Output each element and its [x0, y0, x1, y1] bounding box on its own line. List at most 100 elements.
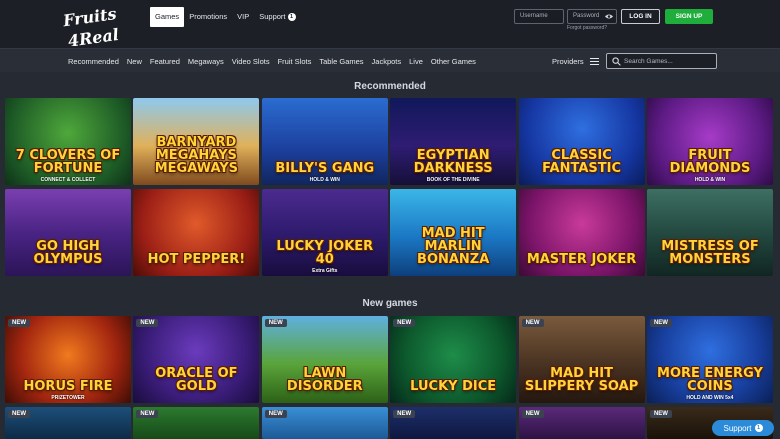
game-tile[interactable]: NEW Lawn Disorder: [261, 316, 388, 403]
support-button[interactable]: Support 1: [712, 420, 774, 436]
new-badge: NEW: [8, 410, 30, 418]
category-megaways[interactable]: Megaways: [188, 57, 224, 66]
game-title: Horus Fire: [23, 379, 113, 394]
game-title: Master Joker: [526, 252, 637, 267]
recommended-heading: Recommended: [354, 81, 426, 92]
game-tile[interactable]: Classic Fantastic: [518, 98, 645, 185]
game-title: Egyptian Darkness: [413, 148, 493, 176]
category-live[interactable]: Live: [409, 57, 423, 66]
category-new[interactable]: New: [127, 57, 142, 66]
game-subtitle: BOOK OF THE DIVINE: [426, 177, 480, 183]
new-badge: NEW: [649, 319, 672, 327]
category-jackpots[interactable]: Jackpots: [372, 57, 402, 66]
new-games-grid-row-2: NEW NEW NEW NEW NEW NEW: [5, 407, 773, 439]
new-badge: NEW: [649, 410, 672, 418]
game-title: More Energy Coins: [657, 366, 763, 394]
login-button[interactable]: LOG IN: [621, 9, 660, 24]
category-nav: Recommended New Featured Megaways Video …: [68, 49, 484, 73]
category-featured[interactable]: Featured: [150, 57, 180, 66]
game-tile[interactable]: NEW Mad Hit Slippery Soap: [518, 316, 645, 403]
category-fruit-slots[interactable]: Fruit Slots: [278, 57, 312, 66]
providers-label: Providers: [552, 56, 584, 66]
new-badge: NEW: [521, 319, 544, 327]
game-title: 7 Clovers of Fortune: [15, 148, 121, 176]
show-password-icon[interactable]: [605, 13, 613, 20]
game-tile[interactable]: Mistress of Monsters: [646, 189, 773, 276]
nav-promotions[interactable]: Promotions: [184, 7, 232, 27]
game-tile[interactable]: Egyptian Darkness BOOK OF THE DIVINE: [390, 98, 517, 185]
providers-dropdown[interactable]: Providers: [552, 49, 599, 73]
game-title: Lawn Disorder: [286, 366, 363, 394]
game-tile[interactable]: Billy's Gang HOLD & WIN: [261, 98, 388, 185]
signup-button[interactable]: SIGN UP: [665, 9, 713, 24]
game-title: Classic Fantastic: [542, 148, 621, 176]
game-tile[interactable]: NEW: [261, 407, 388, 439]
game-tile[interactable]: NEW: [5, 407, 131, 439]
new-games-grid: NEW Horus Fire PRIZETOWER NEW Oracle of Gol…: [5, 316, 773, 403]
game-title: Go High Olympus: [33, 239, 103, 267]
game-tile[interactable]: BarnYard Megahays Megaways: [133, 98, 260, 185]
game-tile[interactable]: Go High Olympus: [5, 189, 131, 276]
username-field[interactable]: Username: [514, 9, 564, 24]
category-recommended[interactable]: Recommended: [68, 57, 119, 66]
game-tile[interactable]: NEW Lucky Dice: [390, 316, 517, 403]
category-bar: Recommended New Featured Megaways Video …: [0, 48, 780, 72]
game-subtitle: PRIZETOWER: [51, 395, 85, 401]
game-tile[interactable]: NEW: [390, 407, 517, 439]
game-tile[interactable]: NEW Oracle of Gold: [133, 316, 260, 403]
game-tile[interactable]: Mad Hit Marlin Bonanza: [390, 189, 517, 276]
game-title: Lucky Joker 40: [276, 239, 374, 267]
game-subtitle: CONNECT & COLLECT: [40, 177, 96, 183]
top-header: Fruits 4Real Games Promotions VIP Suppor…: [0, 0, 780, 48]
game-tile[interactable]: Lucky Joker 40 Extra Gifts: [261, 189, 388, 276]
support-count-badge: 1: [287, 13, 296, 21]
game-title: Mad Hit Slippery Soap: [524, 366, 639, 394]
new-badge: NEW: [136, 319, 159, 327]
new-badge: NEW: [8, 319, 30, 327]
game-title: Mad Hit Marlin Bonanza: [417, 226, 490, 267]
nav-games[interactable]: Games: [150, 7, 185, 27]
game-tile[interactable]: 7 Clovers of Fortune CONNECT & COLLECT: [5, 98, 131, 185]
game-tile[interactable]: Fruit Diamonds HOLD & WIN: [646, 98, 773, 185]
menu-icon: [589, 57, 599, 65]
game-tile[interactable]: NEW: [133, 407, 260, 439]
new-badge: NEW: [393, 410, 416, 418]
category-video-slots[interactable]: Video Slots: [232, 57, 270, 66]
game-subtitle: Extra Gifts: [312, 268, 338, 274]
new-games-heading: New games: [362, 298, 418, 309]
game-title: Billy's Gang: [275, 161, 375, 176]
game-title: Hot Pepper!: [147, 252, 246, 267]
game-tile[interactable]: Master Joker: [518, 189, 645, 276]
game-tile[interactable]: NEW Horus Fire PRIZETOWER: [5, 316, 131, 403]
game-title: Fruit Diamonds: [669, 148, 751, 176]
game-title: BarnYard Megahays Megaways: [154, 135, 239, 176]
brand-logo[interactable]: Fruits 4Real: [62, 4, 144, 46]
category-other-games[interactable]: Other Games: [431, 57, 476, 66]
game-subtitle: HOLD & WIN: [694, 177, 726, 183]
game-title: Lucky Dice: [410, 379, 497, 394]
new-badge: NEW: [264, 410, 287, 418]
search-icon: [612, 57, 621, 66]
game-tile[interactable]: NEW: [518, 407, 645, 439]
search-input[interactable]: [624, 55, 714, 67]
new-badge: NEW: [136, 410, 159, 418]
main-nav: Games Promotions VIP Support 1: [150, 6, 301, 28]
category-table-games[interactable]: Table Games: [319, 57, 363, 66]
support-label: Support: [723, 423, 752, 433]
game-tile[interactable]: Hot Pepper!: [133, 189, 260, 276]
new-badge: NEW: [393, 319, 416, 327]
forgot-password-link[interactable]: Forgot password?: [567, 25, 607, 31]
password-field[interactable]: Password: [567, 9, 617, 24]
recommended-grid: 7 Clovers of Fortune CONNECT & COLLECT Ba…: [5, 98, 773, 276]
game-subtitle: HOLD AND WIN 5x4: [686, 395, 734, 401]
support-badge: 1: [754, 424, 763, 432]
nav-vip[interactable]: VIP: [232, 7, 254, 27]
new-badge: NEW: [264, 319, 287, 327]
nav-support[interactable]: Support 1: [254, 7, 300, 27]
game-title: Mistress of Monsters: [661, 239, 759, 267]
game-tile[interactable]: NEW More Energy Coins HOLD AND WIN 5x4: [646, 316, 773, 403]
search-box[interactable]: [606, 53, 717, 69]
new-badge: NEW: [521, 410, 544, 418]
game-subtitle: HOLD & WIN: [309, 177, 340, 183]
game-title: Oracle of Gold: [155, 366, 238, 394]
